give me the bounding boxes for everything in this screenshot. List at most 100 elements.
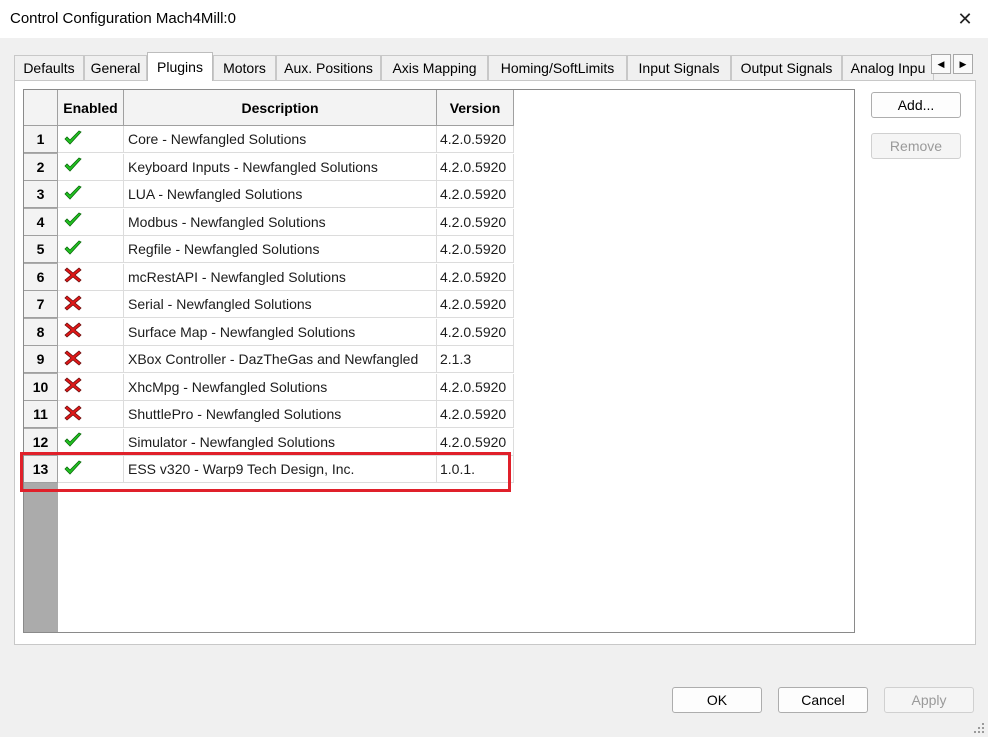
- enabled-column-header[interactable]: Enabled: [58, 90, 124, 126]
- description-cell[interactable]: Surface Map - Newfangled Solutions: [124, 318, 437, 346]
- row-number[interactable]: 7: [24, 291, 58, 318]
- check-icon[interactable]: [64, 157, 82, 176]
- table-row[interactable]: 2 Keyboard Inputs - Newfangled Solutions 4…: [24, 153, 514, 181]
- version-column-header[interactable]: Version: [437, 90, 514, 126]
- enabled-cell[interactable]: [58, 181, 124, 208]
- add-button[interactable]: Add...: [871, 92, 961, 118]
- cross-icon[interactable]: [64, 377, 82, 396]
- row-number[interactable]: 11: [24, 401, 58, 428]
- description-cell[interactable]: Keyboard Inputs - Newfangled Solutions: [124, 153, 437, 181]
- tab-scroll-right-icon[interactable]: ▶: [953, 54, 973, 74]
- version-cell[interactable]: 4.2.0.5920: [437, 373, 514, 401]
- version-cell[interactable]: 4.2.0.5920: [437, 181, 514, 208]
- table-row[interactable]: 7 Serial - Newfangled Solutions 4.2.0.5920: [24, 291, 514, 318]
- tab-output-signals[interactable]: Output Signals: [731, 55, 842, 80]
- enabled-cell[interactable]: [58, 208, 124, 236]
- enabled-cell[interactable]: [58, 126, 124, 153]
- tab-analog-inpu[interactable]: Analog Inpu: [842, 55, 934, 80]
- description-cell[interactable]: mcRestAPI - Newfangled Solutions: [124, 263, 437, 291]
- row-number[interactable]: 10: [24, 373, 58, 401]
- table-row[interactable]: 12 Simulator - Newfangled Solutions 4.2.0.…: [24, 428, 514, 456]
- description-column-header[interactable]: Description: [124, 90, 437, 126]
- check-icon[interactable]: [64, 130, 82, 149]
- tab-aux-positions[interactable]: Aux. Positions: [276, 55, 381, 80]
- table-row[interactable]: 6 mcRestAPI - Newfangled Solutions 4.2.0.5…: [24, 263, 514, 291]
- enabled-cell[interactable]: [58, 236, 124, 263]
- version-cell[interactable]: 2.1.3: [437, 346, 514, 373]
- check-icon[interactable]: [64, 240, 82, 259]
- check-icon[interactable]: [64, 185, 82, 204]
- version-cell[interactable]: 4.2.0.5920: [437, 236, 514, 263]
- table-row[interactable]: 11 ShuttlePro - Newfangled Solutions 4.2.0…: [24, 401, 514, 428]
- description-cell[interactable]: LUA - Newfangled Solutions: [124, 181, 437, 208]
- table-row[interactable]: 13 ESS v320 - Warp9 Tech Design, Inc. 1.0.…: [24, 456, 514, 483]
- tab-motors[interactable]: Motors: [213, 55, 276, 80]
- check-icon[interactable]: [64, 212, 82, 231]
- tab-homing-softlimits[interactable]: Homing/SoftLimits: [488, 55, 627, 80]
- enabled-cell[interactable]: [58, 263, 124, 291]
- row-number[interactable]: 12: [24, 428, 58, 456]
- version-cell[interactable]: 4.2.0.5920: [437, 428, 514, 456]
- check-icon[interactable]: [64, 432, 82, 451]
- table-row[interactable]: 8 Surface Map - Newfangled Solutions 4.2.0…: [24, 318, 514, 346]
- resize-grip-icon[interactable]: [973, 722, 985, 734]
- table-row[interactable]: 5 Regfile - Newfangled Solutions 4.2.0.592…: [24, 236, 514, 263]
- version-cell[interactable]: 4.2.0.5920: [437, 401, 514, 428]
- enabled-cell[interactable]: [58, 291, 124, 318]
- table-row[interactable]: 4 Modbus - Newfangled Solutions 4.2.0.5920: [24, 208, 514, 236]
- row-number[interactable]: 5: [24, 236, 58, 263]
- version-cell[interactable]: 4.2.0.5920: [437, 126, 514, 153]
- row-number[interactable]: 9: [24, 346, 58, 373]
- remove-button[interactable]: Remove: [871, 133, 961, 159]
- row-number[interactable]: 6: [24, 263, 58, 291]
- ok-button[interactable]: OK: [672, 687, 762, 713]
- enabled-cell[interactable]: [58, 428, 124, 456]
- row-number[interactable]: 13: [24, 456, 58, 483]
- tab-scroll-left-icon[interactable]: ◀: [931, 54, 951, 74]
- apply-button[interactable]: Apply: [884, 687, 974, 713]
- enabled-cell[interactable]: [58, 153, 124, 181]
- enabled-cell[interactable]: [58, 318, 124, 346]
- row-number[interactable]: 8: [24, 318, 58, 346]
- check-icon[interactable]: [64, 460, 82, 479]
- cross-icon[interactable]: [64, 349, 82, 369]
- enabled-cell[interactable]: [58, 401, 124, 428]
- description-cell[interactable]: Serial - Newfangled Solutions: [124, 291, 437, 318]
- cancel-button[interactable]: Cancel: [778, 687, 868, 713]
- row-number[interactable]: 2: [24, 153, 58, 181]
- table-row[interactable]: 10 XhcMpg - Newfangled Solutions 4.2.0.592…: [24, 373, 514, 401]
- enabled-cell[interactable]: [58, 456, 124, 483]
- version-cell[interactable]: 4.2.0.5920: [437, 208, 514, 236]
- table-row[interactable]: 9 XBox Controller - DazTheGas and Newfang…: [24, 346, 514, 373]
- description-cell[interactable]: Regfile - Newfangled Solutions: [124, 236, 437, 263]
- description-cell[interactable]: ESS v320 - Warp9 Tech Design, Inc.: [124, 456, 437, 483]
- row-number[interactable]: 4: [24, 208, 58, 236]
- version-cell[interactable]: 4.2.0.5920: [437, 318, 514, 346]
- row-number[interactable]: 3: [24, 181, 58, 208]
- cross-icon[interactable]: [64, 404, 82, 424]
- enabled-cell[interactable]: [58, 373, 124, 401]
- plugins-grid[interactable]: Enabled Description Version 1 Core - Newfang…: [23, 89, 855, 633]
- description-cell[interactable]: Simulator - Newfangled Solutions: [124, 428, 437, 456]
- table-row[interactable]: 1 Core - Newfangled Solutions 4.2.0.5920: [24, 126, 514, 153]
- version-cell[interactable]: 1.0.1.: [437, 456, 514, 483]
- tab-input-signals[interactable]: Input Signals: [627, 55, 731, 80]
- enabled-cell[interactable]: [58, 346, 124, 373]
- cross-icon[interactable]: [64, 322, 82, 341]
- table-row[interactable]: 3 LUA - Newfangled Solutions 4.2.0.5920: [24, 181, 514, 208]
- cross-icon[interactable]: [64, 294, 82, 314]
- description-cell[interactable]: XBox Controller - DazTheGas and Newfangl…: [124, 346, 437, 373]
- tab-plugins[interactable]: Plugins: [147, 52, 213, 81]
- cross-icon[interactable]: [64, 267, 82, 286]
- version-cell[interactable]: 4.2.0.5920: [437, 153, 514, 181]
- description-cell[interactable]: Modbus - Newfangled Solutions: [124, 208, 437, 236]
- tab-general[interactable]: General: [84, 55, 147, 80]
- close-icon[interactable]: ✕: [942, 0, 988, 38]
- description-cell[interactable]: XhcMpg - Newfangled Solutions: [124, 373, 437, 401]
- description-cell[interactable]: Core - Newfangled Solutions: [124, 126, 437, 153]
- version-cell[interactable]: 4.2.0.5920: [437, 263, 514, 291]
- version-cell[interactable]: 4.2.0.5920: [437, 291, 514, 318]
- tab-axis-mapping[interactable]: Axis Mapping: [381, 55, 488, 80]
- description-cell[interactable]: ShuttlePro - Newfangled Solutions: [124, 401, 437, 428]
- row-number[interactable]: 1: [24, 126, 58, 153]
